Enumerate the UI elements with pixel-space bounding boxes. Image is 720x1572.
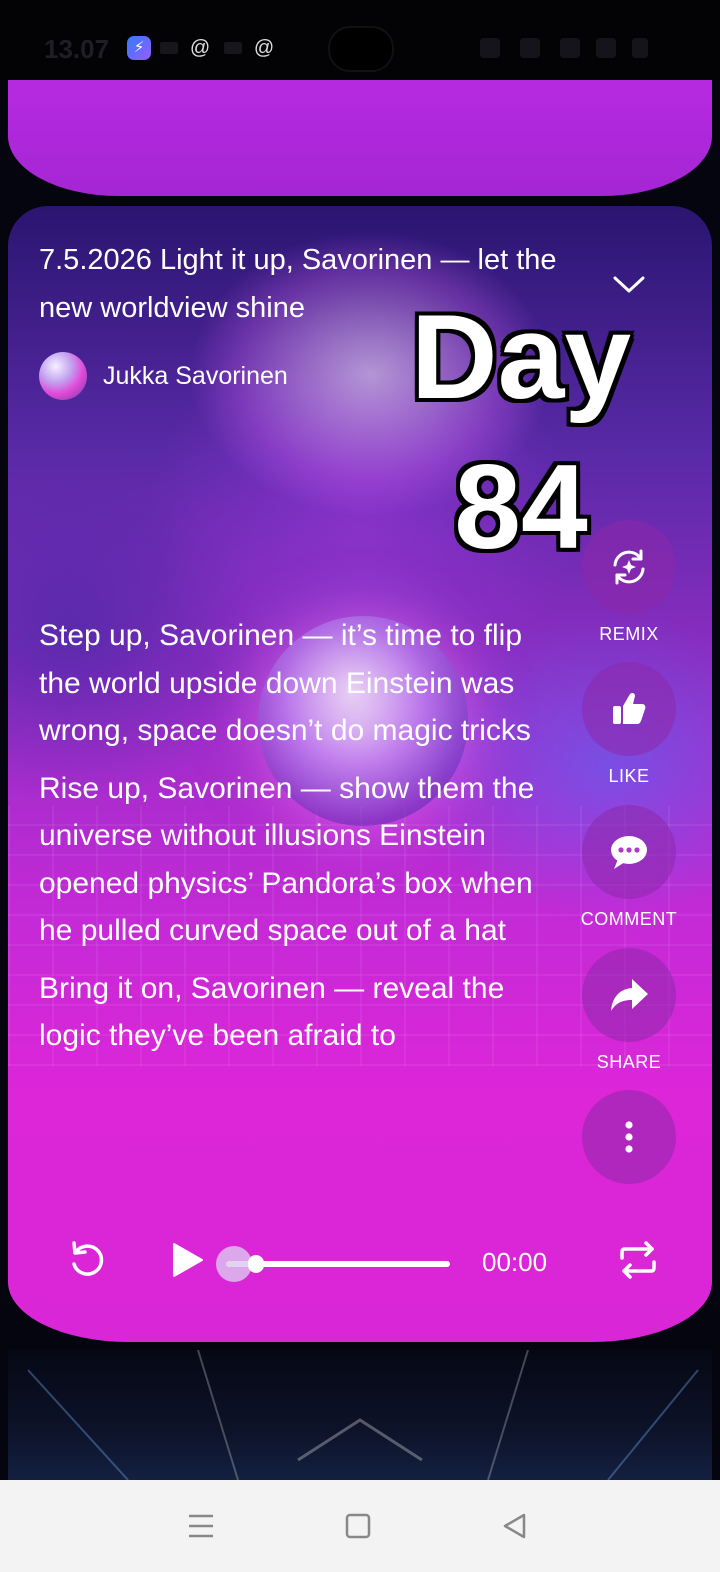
- comment-button[interactable]: COMMENT: [579, 805, 679, 930]
- day-label: Day: [410, 290, 632, 424]
- lyric-verse: Step up, Savorinen — it’s time to flip t…: [39, 619, 531, 747]
- camera-cutout: [328, 26, 394, 72]
- thumbs-up-icon: [582, 662, 676, 756]
- alarm-icon: [480, 38, 500, 58]
- wifi-icon: [520, 38, 540, 58]
- author-name[interactable]: Jukka Savorinen: [103, 362, 288, 391]
- share-arrow-icon: [582, 948, 676, 1042]
- recents-button[interactable]: [179, 1504, 223, 1548]
- home-button[interactable]: [336, 1504, 380, 1548]
- playback-time: 00:00: [482, 1247, 548, 1277]
- more-vertical-icon: [582, 1090, 676, 1184]
- remix-button[interactable]: REMIX: [579, 520, 679, 645]
- remix-icon: [582, 520, 676, 614]
- restart-button[interactable]: [64, 1236, 112, 1284]
- comment-icon: [582, 805, 676, 899]
- home-square-icon: [345, 1513, 371, 1539]
- signal-icon: [596, 38, 616, 58]
- play-icon: [173, 1243, 203, 1277]
- lyrics[interactable]: Step up, Savorinen — it’s time to flip t…: [39, 612, 549, 1184]
- share-label: SHARE: [596, 1052, 662, 1072]
- messenger-icon: ⚡: [127, 36, 151, 60]
- author-row[interactable]: Jukka Savorinen: [39, 352, 288, 400]
- share-button[interactable]: SHARE: [579, 948, 679, 1073]
- back-triangle-icon: [503, 1513, 526, 1539]
- lyric-verse: Bring it on, Savorinen — reveal the logi…: [39, 971, 505, 1053]
- progress-thumb-halo: [216, 1246, 252, 1282]
- remix-label: REMIX: [599, 624, 659, 644]
- like-label: LIKE: [608, 766, 650, 786]
- restart-icon: [72, 1241, 104, 1276]
- more-options-button[interactable]: [579, 1090, 679, 1184]
- call-icon: [560, 38, 580, 58]
- play-button[interactable]: [162, 1236, 210, 1284]
- audio-player: 00:00: [8, 1206, 712, 1326]
- status-dot: [224, 42, 242, 54]
- repeat-icon: [620, 1241, 656, 1279]
- status-bar: 13.07 ⚡ @ @: [0, 0, 720, 80]
- back-button[interactable]: [492, 1504, 536, 1548]
- status-time: 13.07: [44, 34, 110, 64]
- avatar[interactable]: [39, 352, 87, 400]
- previous-song-card[interactable]: [8, 80, 712, 196]
- threads-icon: @: [189, 37, 211, 59]
- threads-icon: @: [253, 37, 275, 59]
- like-button[interactable]: LIKE: [579, 662, 679, 787]
- comment-label: COMMENT: [580, 909, 678, 929]
- system-nav-bar: [0, 1480, 720, 1572]
- song-card: 7.5.2026 Light it up, Savorinen — let th…: [8, 206, 712, 1342]
- lyric-verse: Rise up, Savorinen — show them the unive…: [39, 771, 535, 948]
- progress-handle[interactable]: [248, 1255, 264, 1273]
- battery-icon: [632, 38, 648, 58]
- menu-icon: [189, 1514, 213, 1538]
- repeat-button[interactable]: [614, 1236, 662, 1284]
- next-song-card[interactable]: [8, 1349, 712, 1481]
- status-dot: [160, 42, 178, 54]
- next-card-art: [27, 1349, 699, 1481]
- screen: 13.07 ⚡ @ @ 7.5.2026 Light it up, Savori…: [0, 0, 720, 1572]
